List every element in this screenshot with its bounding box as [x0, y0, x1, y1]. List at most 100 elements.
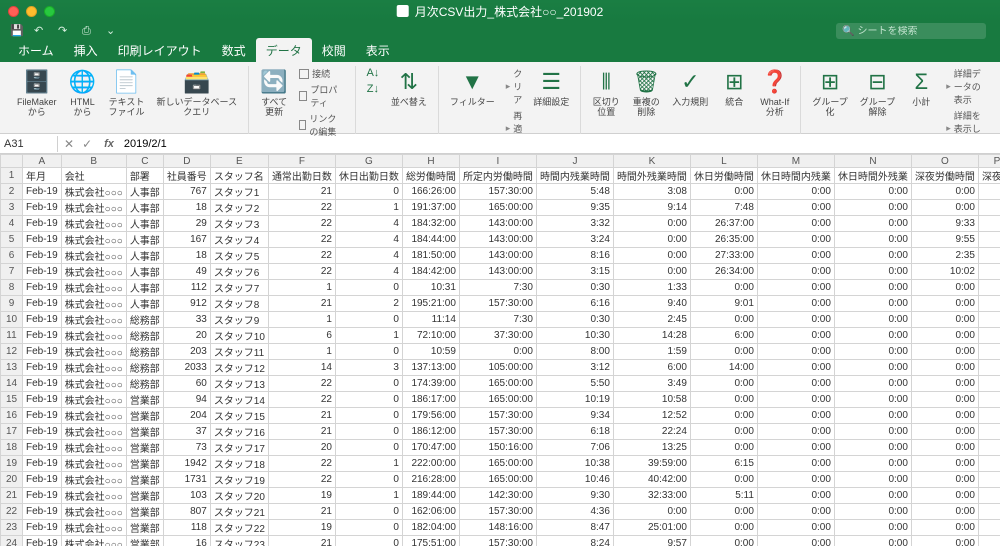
- cell[interactable]: 0:00: [834, 344, 911, 360]
- cell[interactable]: 0:00: [834, 216, 911, 232]
- cell[interactable]: 912: [163, 296, 210, 312]
- cell[interactable]: 216:28:00: [402, 472, 459, 488]
- cell[interactable]: 10:31: [402, 280, 459, 296]
- cell[interactable]: 165:00:00: [459, 376, 536, 392]
- conn-opt[interactable]: プロパティ: [297, 82, 347, 110]
- cell[interactable]: 203: [163, 344, 210, 360]
- cell[interactable]: 0:00: [911, 184, 978, 200]
- col-header-L[interactable]: L: [690, 155, 757, 168]
- cell[interactable]: 株式会社○○○: [61, 280, 126, 296]
- col-header-J[interactable]: J: [536, 155, 613, 168]
- cell[interactable]: 4: [335, 248, 402, 264]
- cell[interactable]: スタッフ22: [210, 520, 268, 536]
- cell[interactable]: 0:00: [613, 232, 690, 248]
- sort-za-button[interactable]: Z↓: [364, 82, 382, 96]
- cell[interactable]: [978, 440, 1000, 456]
- cell[interactable]: 8:16: [536, 248, 613, 264]
- cell[interactable]: Feb-19: [23, 328, 62, 344]
- cell[interactable]: 株式会社○○○: [61, 376, 126, 392]
- cell[interactable]: 年月: [23, 168, 62, 184]
- cell[interactable]: 0:00: [834, 360, 911, 376]
- cell[interactable]: 29: [163, 216, 210, 232]
- redo-icon[interactable]: ↷: [58, 25, 70, 37]
- cell[interactable]: スタッフ7: [210, 280, 268, 296]
- cell[interactable]: スタッフ名: [210, 168, 268, 184]
- cell[interactable]: 13:25: [613, 440, 690, 456]
- cell[interactable]: 株式会社○○○: [61, 440, 126, 456]
- cell[interactable]: 1: [335, 200, 402, 216]
- cell[interactable]: 0:00: [690, 440, 757, 456]
- spreadsheet-grid[interactable]: ABCDEFGHIJKLMNOP1年月会社部署社員番号スタッフ名通常出勤日数休日…: [0, 154, 1000, 546]
- cell[interactable]: [978, 376, 1000, 392]
- cell[interactable]: 株式会社○○○: [61, 456, 126, 472]
- cell[interactable]: 6:15: [690, 456, 757, 472]
- cell[interactable]: 10:38: [536, 456, 613, 472]
- cell[interactable]: 222:00:00: [402, 456, 459, 472]
- outline-0[interactable]: ⊞グループ 化: [809, 66, 850, 120]
- datatool-3[interactable]: ⊞統合: [717, 66, 751, 110]
- fx-label[interactable]: fx: [98, 138, 120, 150]
- cell[interactable]: 19: [268, 488, 335, 504]
- tab-印刷レイアウト[interactable]: 印刷レイアウト: [108, 38, 212, 62]
- cell[interactable]: 0:00: [834, 456, 911, 472]
- cell[interactable]: Feb-19: [23, 440, 62, 456]
- cell[interactable]: Feb-19: [23, 280, 62, 296]
- cell[interactable]: 20: [163, 328, 210, 344]
- cell[interactable]: 7:30: [459, 280, 536, 296]
- cell[interactable]: 営業部: [126, 424, 163, 440]
- cell[interactable]: 0:00: [613, 216, 690, 232]
- dbquery-button[interactable]: 🗃️新しいデータベースクエリ: [154, 66, 241, 120]
- cell[interactable]: Feb-19: [23, 504, 62, 520]
- row-header[interactable]: 23: [1, 520, 23, 536]
- cell[interactable]: スタッフ8: [210, 296, 268, 312]
- cell[interactable]: 9:40: [613, 296, 690, 312]
- cell[interactable]: 社員番号: [163, 168, 210, 184]
- cell[interactable]: 49: [163, 264, 210, 280]
- cell[interactable]: 0:00: [757, 520, 834, 536]
- cell[interactable]: スタッフ1: [210, 184, 268, 200]
- cell[interactable]: スタッフ10: [210, 328, 268, 344]
- cell[interactable]: 9:01: [690, 296, 757, 312]
- cell[interactable]: [978, 248, 1000, 264]
- cell[interactable]: 10:59: [402, 344, 459, 360]
- cell[interactable]: 人事部: [126, 200, 163, 216]
- cell[interactable]: 0:00: [834, 536, 911, 546]
- cell[interactable]: 165:00:00: [459, 456, 536, 472]
- tab-表示[interactable]: 表示: [356, 38, 400, 62]
- cell[interactable]: 191:37:00: [402, 200, 459, 216]
- cell[interactable]: [978, 184, 1000, 200]
- cell[interactable]: 112: [163, 280, 210, 296]
- cell[interactable]: 総務部: [126, 376, 163, 392]
- cell[interactable]: 8:24: [536, 536, 613, 546]
- cell[interactable]: 株式会社○○○: [61, 296, 126, 312]
- cell[interactable]: 157:30:00: [459, 408, 536, 424]
- cell[interactable]: 72:10:00: [402, 328, 459, 344]
- cell[interactable]: 12:52: [613, 408, 690, 424]
- cell[interactable]: 0: [335, 376, 402, 392]
- cell[interactable]: 22: [268, 216, 335, 232]
- tab-データ[interactable]: データ: [256, 38, 312, 62]
- cell[interactable]: 0:00: [911, 488, 978, 504]
- cell[interactable]: 0:00: [613, 504, 690, 520]
- cell[interactable]: 営業部: [126, 536, 163, 546]
- cell[interactable]: 9:55: [911, 232, 978, 248]
- cell[interactable]: 人事部: [126, 232, 163, 248]
- cell[interactable]: スタッフ11: [210, 344, 268, 360]
- cell[interactable]: 3:32: [536, 216, 613, 232]
- cell[interactable]: 1: [335, 488, 402, 504]
- cell[interactable]: 株式会社○○○: [61, 408, 126, 424]
- cancel-formula-icon[interactable]: ✕: [64, 137, 74, 151]
- cell[interactable]: スタッフ2: [210, 200, 268, 216]
- accept-formula-icon[interactable]: ✓: [82, 137, 92, 151]
- cell[interactable]: 0:00: [911, 344, 978, 360]
- cell[interactable]: 人事部: [126, 248, 163, 264]
- cell[interactable]: 0:00: [834, 280, 911, 296]
- cell[interactable]: 186:12:00: [402, 424, 459, 440]
- cell[interactable]: 0:00: [690, 536, 757, 546]
- cell[interactable]: 767: [163, 184, 210, 200]
- cell[interactable]: 26:34:00: [690, 264, 757, 280]
- cell[interactable]: 0: [335, 392, 402, 408]
- cell[interactable]: 4: [335, 216, 402, 232]
- filter-button[interactable]: ▼ フィルター: [447, 66, 498, 110]
- cell[interactable]: 0:00: [911, 440, 978, 456]
